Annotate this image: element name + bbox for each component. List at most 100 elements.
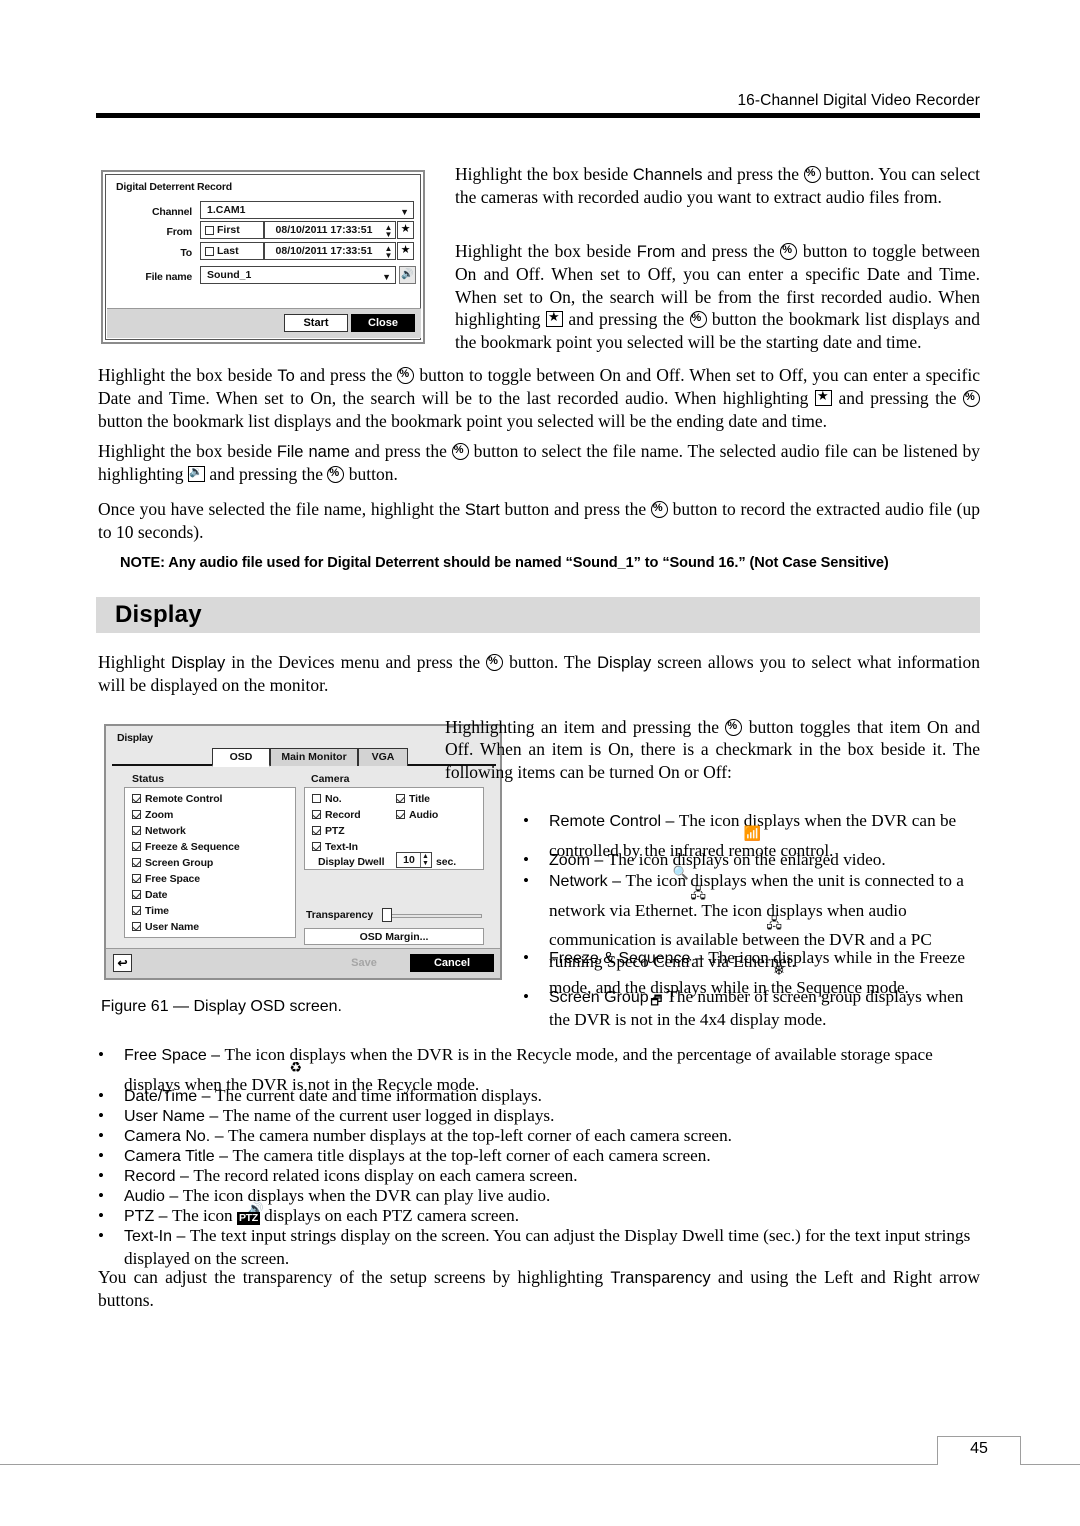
to-bookmark-star-button[interactable]: ★ [397, 242, 414, 260]
term: Screen Group [549, 989, 649, 1006]
display-dwell-stepper[interactable]: 10 ▲ ▼ [396, 852, 432, 868]
dialog-title: Display [117, 732, 153, 744]
label: Date [145, 889, 168, 901]
text: button. The [503, 652, 598, 672]
channel-select[interactable]: 1.CAM1 ▼ [200, 201, 414, 219]
paragraph-transparency: You can adjust the transparency of the s… [98, 1266, 980, 1312]
save-button[interactable]: Save [322, 954, 406, 972]
text: The icon [708, 948, 774, 967]
dialog-body: Digital Deterrent Record Channel 1.CAM1 … [105, 174, 421, 340]
text: The name of the current user logged in d… [222, 1106, 555, 1125]
bullet-dot: • [98, 1186, 105, 1205]
transparency-slider-track[interactable] [384, 914, 482, 918]
text: button and press the [499, 499, 651, 519]
ui-term-start: Start [464, 501, 500, 519]
osd-margin-button[interactable]: OSD Margin... [304, 928, 484, 945]
checkbox-icon [132, 842, 141, 851]
dash: – [589, 852, 608, 869]
start-button[interactable]: Start [284, 314, 348, 332]
camera-item-no[interactable]: No. [312, 793, 342, 805]
speaker-play-icon[interactable]: 🔊 [399, 266, 416, 284]
section-heading-band [96, 597, 980, 633]
cancel-button[interactable]: Cancel [410, 954, 494, 972]
bullet-text: Screen Group – The number of screen grou… [549, 986, 980, 1030]
camera-group-label: Camera [311, 773, 350, 785]
spinner-icon[interactable]: ▲ ▼ [420, 853, 430, 867]
display-dwell-unit: sec. [436, 856, 457, 868]
to-datetime-field[interactable]: 08/10/2011 17:33:51 ▲ ▼ [264, 242, 396, 260]
enter-button-icon [327, 466, 345, 484]
bullet-screen-group: • Screen Group – The number of screen gr… [523, 986, 980, 1030]
text: button the bookmark list displays and th… [98, 410, 828, 431]
text: and press the [675, 241, 781, 261]
to-last-label: Last [217, 245, 239, 257]
transparency-slider-thumb[interactable] [382, 908, 392, 922]
bullet-dot: • [98, 1126, 105, 1145]
from-first-checkbox[interactable]: First [200, 221, 264, 239]
camera-item-title[interactable]: Title [396, 793, 430, 805]
figure-caption: Figure 61 — Display OSD screen. [101, 998, 342, 1015]
to-label: To [180, 247, 192, 259]
from-datetime-field[interactable]: 08/10/2011 17:33:51 ▲ ▼ [264, 221, 396, 239]
bullet-dot: • [523, 948, 530, 967]
file-name-select[interactable]: Sound_1 ▼ [200, 266, 396, 284]
bullet-dot: • [98, 1206, 105, 1225]
checkbox-icon [132, 906, 141, 915]
enter-button-icon [397, 367, 415, 384]
ui-term-channels: Channels [632, 166, 703, 184]
tab-osd[interactable]: OSD [212, 748, 270, 767]
term: User Name [124, 1108, 205, 1125]
checkbox-icon [132, 810, 141, 819]
speaker-play-icon [187, 465, 205, 483]
label: User Name [145, 921, 199, 933]
status-item-freeze-sequence[interactable]: Freeze & Sequence [132, 841, 240, 853]
from-datetime-value: 08/10/2011 17:33:51 [275, 224, 373, 236]
text: The icon [224, 1045, 290, 1064]
status-item-remote-control[interactable]: Remote Control [132, 793, 222, 805]
header-rule [96, 113, 980, 119]
bullet-dot: • [523, 811, 530, 830]
status-item-free-space[interactable]: Free Space [132, 873, 200, 885]
text: and pressing the [562, 309, 690, 330]
back-arrow-icon[interactable]: ↩ [113, 954, 132, 972]
camera-item-ptz[interactable]: PTZ [312, 825, 345, 837]
status-item-date[interactable]: Date [132, 889, 167, 901]
text: and pressing the [831, 388, 963, 409]
text: displays when the DVR can play live audi… [247, 1186, 551, 1205]
label: Network [145, 825, 186, 837]
tab-vga[interactable]: VGA [358, 748, 408, 766]
status-item-zoom[interactable]: Zoom [132, 809, 173, 821]
file-name-value: Sound_1 [207, 269, 252, 281]
close-button[interactable]: Close [351, 314, 415, 332]
channel-label: Channel [151, 206, 192, 218]
checkbox-icon [132, 794, 141, 803]
status-item-network[interactable]: Network [132, 825, 186, 837]
dialog-footer: ↩ Save Cancel [106, 948, 500, 978]
tab-main-monitor[interactable]: Main Monitor [270, 748, 358, 766]
enter-button-icon [451, 443, 469, 460]
ui-term-display-2: Display [597, 654, 652, 672]
checkbox-icon [132, 826, 141, 835]
bullet-text-in: • Text-In – The text input strings displ… [98, 1225, 980, 1269]
checkbox-box [205, 247, 214, 256]
bookmark-star-icon [545, 309, 563, 328]
bullet-dot: • [98, 1045, 105, 1064]
spinner-icon[interactable]: ▲ ▼ [384, 245, 393, 260]
checkbox-icon [396, 810, 405, 819]
status-item-screen-group[interactable]: Screen Group [132, 857, 213, 869]
dash: – [172, 1228, 190, 1245]
camera-item-text-in[interactable]: Text-In [312, 841, 358, 853]
dash: – [214, 1148, 233, 1165]
status-item-time[interactable]: Time [132, 905, 169, 917]
from-bookmark-star-button[interactable]: ★ [397, 221, 414, 239]
to-last-checkbox[interactable]: Last [200, 242, 264, 260]
text: Highlight [98, 652, 172, 672]
status-item-user-name[interactable]: User Name [132, 921, 199, 933]
bullet-dot: • [98, 1146, 105, 1165]
spinner-icon[interactable]: ▲ ▼ [384, 224, 393, 239]
checkbox-icon [132, 890, 141, 899]
camera-item-audio[interactable]: Audio [396, 809, 438, 821]
text: You can adjust the transparency of the s… [98, 1267, 611, 1287]
camera-item-record[interactable]: Record [312, 809, 361, 821]
label: Freeze & Sequence [145, 841, 240, 853]
